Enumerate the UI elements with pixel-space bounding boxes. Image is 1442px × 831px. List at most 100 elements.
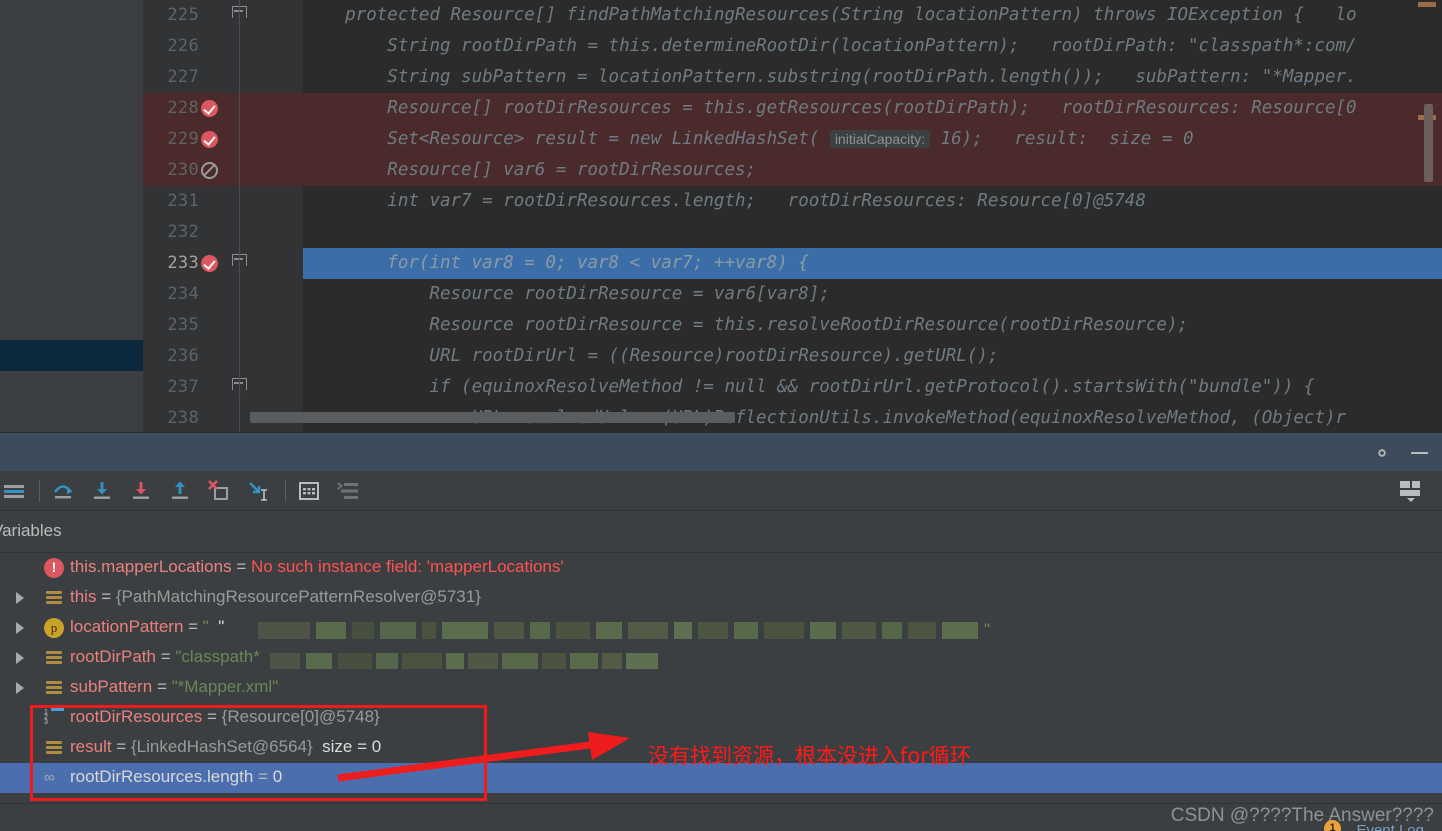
code-line[interactable]: String subPattern = locationPattern.subs… [303, 62, 1442, 93]
step-over-icon[interactable] [51, 479, 75, 503]
expand-triangle-icon[interactable] [16, 682, 24, 694]
variable-row[interactable]: 1 2 3 rootDirResources = {Resource[0]@5748} [0, 703, 1442, 733]
breakpoint-muted-icon[interactable] [201, 162, 218, 179]
editor-horizontal-scrollbar[interactable] [250, 412, 735, 423]
gutter-line[interactable]: 229 [143, 124, 303, 155]
variable-row[interactable]: subPattern = "*Mapper.xml" [0, 673, 1442, 703]
left-tool-panel-selected-row[interactable] [0, 340, 143, 371]
variable-extra: " [218, 617, 225, 636]
line-number: 228 [167, 98, 199, 118]
variable-row[interactable]: ! this.mapperLocations = No such instance… [0, 553, 1442, 583]
force-step-into-icon[interactable] [129, 479, 153, 503]
layout-settings-icon[interactable] [1398, 480, 1424, 502]
code-line[interactable]: for(int var8 = 0; var8 < var7; ++var8) { [303, 248, 1442, 279]
variable-value: " [202, 617, 209, 636]
code-line[interactable] [303, 217, 1442, 248]
field-icon [44, 648, 64, 668]
gutter-line[interactable]: 233 [143, 248, 303, 279]
line-number: 226 [167, 36, 199, 56]
code-line[interactable]: Set<Resource> result = new LinkedHashSet… [303, 124, 1442, 155]
line-number: 233 [167, 253, 199, 273]
variable-name: result [70, 737, 112, 756]
line-number: 231 [167, 191, 199, 211]
line-number: 227 [167, 67, 199, 87]
breakpoint-icon[interactable] [201, 255, 218, 272]
gutter-line[interactable]: 225 [143, 0, 303, 31]
code-line[interactable]: Resource[] rootDirResources = this.getRe… [303, 93, 1442, 124]
code-line[interactable]: if (equinoxResolveMethod != null && root… [303, 372, 1442, 403]
field-icon [44, 678, 64, 698]
array-icon: 123 [44, 708, 64, 728]
inline-parameter-hint: initialCapacity: [829, 130, 931, 148]
gutter-line[interactable]: 232 [143, 217, 303, 248]
variable-value: {PathMatchingResourcePatternResolver@573… [115, 587, 481, 606]
variable-name: rootDirPath [70, 647, 156, 666]
breakpoint-icon[interactable] [201, 131, 218, 148]
gutter-line[interactable]: 237 [143, 372, 303, 403]
step-into-icon[interactable] [90, 479, 114, 503]
variable-value: 0 [272, 767, 283, 786]
gutter-line[interactable]: 228 [143, 93, 303, 124]
error-stripe-mark[interactable] [1418, 2, 1436, 7]
variable-value: "classpath* [175, 647, 260, 666]
code-line[interactable]: Resource rootDirResource = var6[var8]; [303, 279, 1442, 310]
breakpoint-icon[interactable] [201, 100, 218, 117]
variable-text: rootDirResources.length = 0 [70, 767, 283, 786]
event-log-button[interactable]: Event Log [1356, 822, 1424, 831]
expand-triangle-icon[interactable] [16, 592, 24, 604]
gutter-line[interactable]: 227 [143, 62, 303, 93]
editor-vertical-scrollbar[interactable] [1424, 104, 1433, 182]
line-number: 232 [167, 222, 199, 242]
variable-row[interactable]: this = {PathMatchingResourcePatternResol… [0, 583, 1442, 613]
code-line[interactable]: Resource[] var6 = rootDirResources; [303, 155, 1442, 186]
debug-tool-window-header [0, 432, 1442, 471]
code-editor[interactable]: 225 226 227 228 229 230 231 232 233 234 235 236 237 2… [0, 0, 1442, 432]
gutter-line[interactable]: 226 [143, 31, 303, 62]
minimize-icon[interactable] [1411, 452, 1428, 454]
gutter-line[interactable]: 235 [143, 310, 303, 341]
gutter-line[interactable]: 234 [143, 279, 303, 310]
expand-triangle-icon[interactable] [16, 652, 24, 664]
debugger-tab-row[interactable]: Variables [0, 511, 1442, 553]
gutter-line[interactable]: 231 [143, 186, 303, 217]
code-line[interactable]: int var7 = rootDirResources.length; root… [303, 186, 1442, 217]
editor-code-area[interactable]: protected Resource[] findPathMatchingRes… [303, 0, 1442, 432]
drop-frame-icon[interactable] [207, 479, 231, 503]
variable-name: rootDirResources.length [70, 767, 254, 786]
code-line[interactable]: String rootDirPath = this.determineRootD… [303, 31, 1442, 62]
param-icon: p [44, 618, 64, 638]
tab-variables[interactable]: Variables [0, 521, 62, 541]
line-number: 230 [167, 160, 199, 180]
step-out-icon[interactable] [168, 479, 192, 503]
variable-row[interactable]: p locationPattern = " " " [0, 613, 1442, 643]
evaluate-expression-icon[interactable] [297, 479, 321, 503]
toolbar-separator [285, 480, 286, 502]
gear-icon[interactable] [1372, 443, 1392, 463]
line-number: 236 [167, 346, 199, 366]
watch-icon: ∞ [44, 769, 55, 786]
show-execution-point-icon[interactable] [2, 479, 26, 503]
run-to-cursor-icon[interactable] [246, 479, 270, 503]
expand-triangle-icon[interactable] [16, 622, 24, 634]
editor-gutter[interactable]: 225 226 227 228 229 230 231 232 233 234 235 236 237 2… [143, 0, 303, 432]
line-number: 234 [167, 284, 199, 304]
code-line[interactable]: protected Resource[] findPathMatchingRes… [303, 0, 1442, 31]
ide-window: 225 226 227 228 229 230 231 232 233 234 235 236 237 2… [0, 0, 1442, 831]
variable-text: this.mapperLocations = No such instance … [70, 557, 564, 576]
gutter-line[interactable]: 230 [143, 155, 303, 186]
variable-name: rootDirResources [70, 707, 203, 726]
event-log-badge[interactable]: 1 [1324, 820, 1341, 831]
line-number: 238 [167, 408, 199, 428]
variable-value: No such instance field: 'mapperLocations… [250, 557, 564, 576]
gutter-line[interactable]: 236 [143, 341, 303, 372]
variable-text: rootDirResources = {Resource[0]@5748} [70, 707, 380, 726]
variable-row[interactable]: rootDirPath = "classpath* [0, 643, 1442, 673]
code-line[interactable]: Resource rootDirResource = this.resolveR… [303, 310, 1442, 341]
expression-list-icon[interactable] [336, 479, 360, 503]
variable-value: {LinkedHashSet@6564} [130, 737, 313, 756]
debugger-toolbar[interactable] [0, 471, 1442, 511]
annotation-arrow [337, 732, 630, 782]
variable-text: rootDirPath = "classpath* [70, 647, 658, 669]
code-line[interactable]: URL rootDirUrl = ((Resource)rootDirResou… [303, 341, 1442, 372]
line-number: 225 [167, 5, 199, 25]
